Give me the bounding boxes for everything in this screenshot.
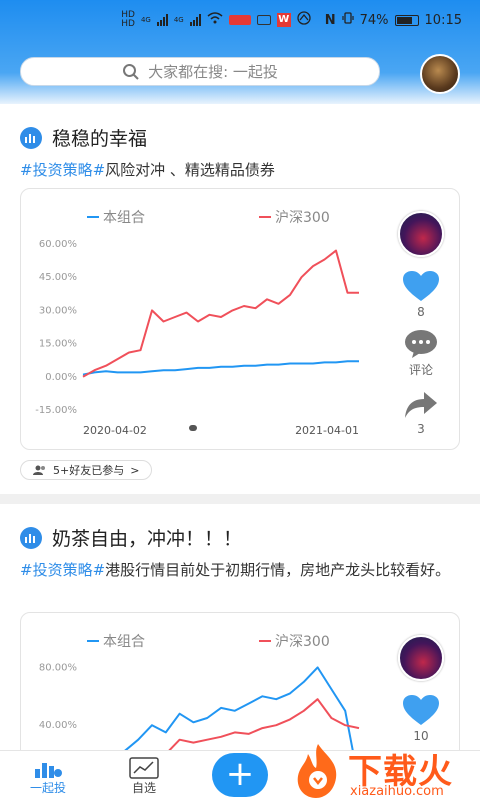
y-tick-label: 0.00% bbox=[45, 372, 77, 383]
x-tick-label: 2020-04-02 bbox=[83, 424, 147, 437]
net-type-1: HD HD bbox=[121, 10, 135, 29]
heart-icon[interactable] bbox=[403, 271, 439, 303]
vibrate-icon bbox=[342, 12, 354, 28]
post-text: 风险对冲 、精选精品债券 bbox=[105, 161, 275, 179]
message-icon bbox=[256, 15, 271, 25]
status-bar: HD HD 4G 4G W N 74% 10:15 bbox=[121, 10, 462, 30]
app-notification-icon bbox=[228, 15, 251, 25]
y-tick-label: 80.00% bbox=[39, 662, 77, 673]
battery-icon bbox=[394, 14, 419, 26]
y-tick-label: 60.00% bbox=[39, 239, 77, 250]
wifi-icon bbox=[207, 12, 223, 28]
strategy-tag[interactable]: #投资策略# bbox=[20, 161, 105, 179]
clock-time: 10:15 bbox=[424, 12, 462, 28]
signal-icon-2 bbox=[189, 14, 201, 26]
post-card[interactable]: 奶茶自由，冲冲！！！ #投资策略#港股行情目前处于初期行情，房地产龙头比较看好。… bbox=[0, 504, 480, 800]
y-tick-label: 40.00% bbox=[39, 720, 77, 731]
series-line-本组合 bbox=[82, 360, 359, 376]
y-tick-label: 45.00% bbox=[39, 272, 77, 283]
post-card[interactable]: 稳稳的幸福 #投资策略#风险对冲 、精选精品债券 本组合 沪深300 60.00… bbox=[0, 104, 480, 494]
friends-joined-text: 5+好友已参与 bbox=[53, 464, 125, 477]
comment-icon[interactable] bbox=[404, 329, 438, 359]
post-actions: 10 bbox=[397, 635, 445, 743]
comment-label: 评论 bbox=[408, 363, 433, 377]
battery-percent: 74% bbox=[359, 12, 389, 28]
people-icon bbox=[33, 465, 45, 475]
add-button[interactable]: + bbox=[212, 753, 268, 797]
performance-chart-card[interactable]: 本组合 沪深300 60.00% 45.00% 30.00% 15.00% 0.00% -… bbox=[20, 188, 460, 450]
signal-icon-1 bbox=[156, 14, 168, 26]
flame-logo-icon bbox=[297, 744, 337, 798]
line-chart: 60.00% 45.00% 30.00% 15.00% 0.00% -15.00% 2020… bbox=[35, 239, 359, 437]
trend-chart-icon bbox=[129, 757, 159, 779]
user-avatar[interactable] bbox=[420, 54, 460, 94]
carousel-dot[interactable] bbox=[189, 425, 197, 431]
author-avatar[interactable] bbox=[398, 211, 444, 257]
tab-label: 自选 bbox=[131, 781, 156, 795]
search-placeholder: 大家都在搜: 一起投 bbox=[148, 63, 278, 81]
tab-watchlist[interactable]: 自选 bbox=[114, 757, 174, 796]
post-actions: 8 评论 3 bbox=[397, 211, 445, 436]
gen-label-1: 4G bbox=[140, 16, 151, 24]
watermark-url: xiazaihuo.com bbox=[350, 784, 444, 799]
chart-icon bbox=[20, 526, 42, 549]
tab-invest-together[interactable]: 一起投 bbox=[18, 757, 78, 796]
friends-joined-button[interactable]: 5+好友已参与 > bbox=[20, 460, 153, 480]
post-description: #投资策略#风险对冲 、精选精品债券 bbox=[20, 158, 465, 182]
search-icon bbox=[123, 63, 139, 80]
watermark-logo: 下载火 xiazaihuo.com bbox=[288, 740, 480, 800]
chart-icon bbox=[20, 126, 42, 149]
post-title-row: 稳稳的幸福 bbox=[20, 124, 147, 151]
share-icon[interactable] bbox=[404, 390, 438, 420]
gen-label-2: 4G bbox=[173, 16, 184, 24]
heart-icon[interactable] bbox=[403, 695, 439, 727]
y-tick-label: 30.00% bbox=[39, 305, 77, 316]
y-tick-label: 15.00% bbox=[39, 339, 77, 350]
share-count: 3 bbox=[417, 422, 425, 436]
series-line-沪深300 bbox=[82, 249, 359, 378]
like-count: 8 bbox=[417, 305, 425, 319]
nfc-icon: N bbox=[324, 12, 336, 28]
y-tick-label: -15.00% bbox=[35, 405, 77, 416]
post-title: 稳稳的幸福 bbox=[52, 128, 148, 150]
strategy-tag[interactable]: #投资策略# bbox=[20, 561, 105, 579]
author-avatar[interactable] bbox=[398, 635, 444, 681]
x-tick-label: 2021-04-01 bbox=[295, 424, 359, 437]
post-text: 港股行情目前处于初期行情，房地产龙头比较看好。 bbox=[105, 561, 451, 579]
post-title: 奶茶自由，冲冲！！！ bbox=[52, 528, 243, 550]
chevron-right-icon: > bbox=[130, 463, 140, 477]
cloud-app-icon bbox=[297, 11, 311, 29]
bar-chart-icon bbox=[35, 763, 62, 778]
app-header: HD HD 4G 4G W N 74% 10:15 大家都在搜: 一起投 bbox=[0, 0, 480, 104]
search-input[interactable]: 大家都在搜: 一起投 bbox=[20, 57, 380, 86]
office-app-icon: W bbox=[276, 13, 291, 27]
post-description: #投资策略#港股行情目前处于初期行情，房地产龙头比较看好。 bbox=[20, 558, 465, 582]
post-title-row: 奶茶自由，冲冲！！！ bbox=[20, 524, 242, 551]
tab-label: 一起投 bbox=[29, 781, 66, 795]
plus-icon: + bbox=[225, 754, 255, 794]
